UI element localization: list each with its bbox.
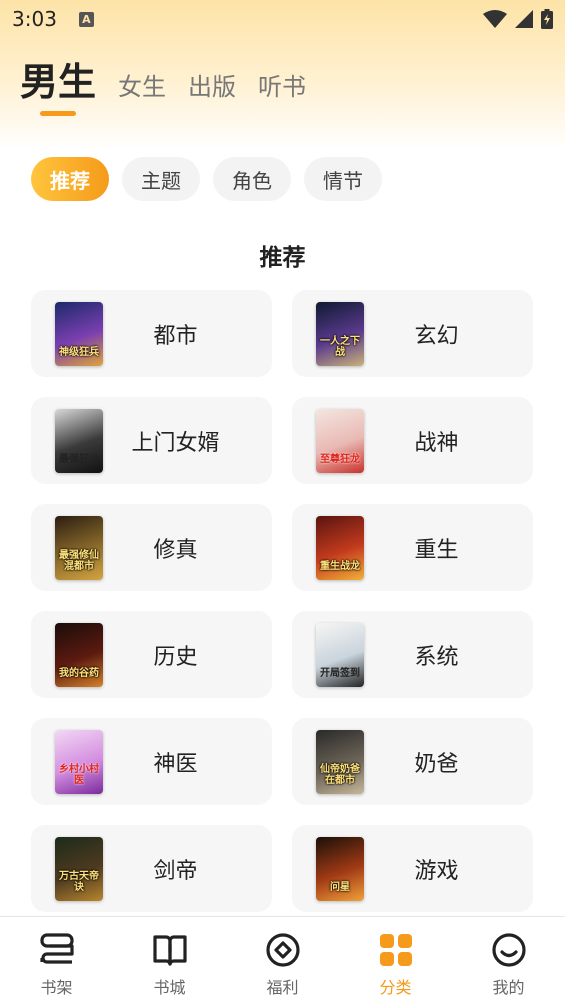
category-label: 重生 (414, 537, 459, 563)
book-cover-image: 仙帝奶爸在都市 (316, 729, 364, 794)
book-cover-image: 一人之下战 (316, 301, 364, 366)
category-grid: 神级狂兵 都市 一人之下战 玄幻 最强狂少 上门女婿 至尊狂龙 战神 最强修仙混都市 修真 重生战龙… (31, 290, 534, 912)
book-cover-image: 开局签到 (316, 622, 364, 687)
nav-bookshelf[interactable]: 书架 (0, 917, 113, 1004)
category-grid-icon (377, 931, 415, 969)
category-card[interactable]: 重生战龙 重生 (292, 504, 533, 591)
book-cover-image: 问星 (316, 836, 364, 901)
tab-female[interactable]: 女生 (118, 67, 166, 116)
category-card[interactable]: 问星 游戏 (292, 825, 533, 912)
book-store-icon (151, 931, 189, 969)
tab-male[interactable]: 男生 (20, 51, 96, 116)
book-cover-image: 我的谷药 (55, 622, 103, 687)
category-card[interactable]: 一人之下战 玄幻 (292, 290, 533, 377)
book-cover-image: 最强修仙混都市 (55, 515, 103, 580)
profile-smile-icon (490, 931, 528, 969)
filter-chips: 推荐 主题 角色 情节 (31, 157, 382, 201)
book-cover-title: 万古天帝诀 (59, 870, 99, 893)
category-label: 上门女婿 (131, 430, 220, 456)
book-cover-title: 仙帝奶爸在都市 (320, 763, 360, 786)
main-tabs: 男生 女生 出版 听书 (20, 56, 306, 116)
tab-audiobook[interactable]: 听书 (258, 67, 306, 116)
category-label: 修真 (153, 537, 198, 563)
book-cover-title: 开局签到 (320, 667, 360, 679)
category-card[interactable]: 乡村小村医 神医 (31, 718, 272, 805)
category-label: 奶爸 (414, 751, 459, 777)
book-cover-title: 最强狂少 (59, 453, 99, 465)
section-title: 推荐 (259, 245, 306, 271)
status-icons (483, 9, 553, 29)
nav-label-welfare: 福利 (266, 978, 299, 997)
category-label: 剑帝 (153, 858, 198, 884)
nav-category[interactable]: 分类 (339, 917, 452, 1004)
chip-character[interactable]: 角色 (213, 157, 291, 201)
tab-publish[interactable]: 出版 (188, 67, 236, 116)
category-card[interactable]: 最强修仙混都市 修真 (31, 504, 272, 591)
bookshelf-icon (38, 931, 76, 969)
book-cover-title: 重生战龙 (320, 560, 360, 572)
book-cover-image: 乡村小村医 (55, 729, 103, 794)
category-label: 神医 (153, 751, 198, 777)
chip-recommend[interactable]: 推荐 (31, 157, 109, 201)
book-cover-image: 万古天帝诀 (55, 836, 103, 901)
category-card[interactable]: 神级狂兵 都市 (31, 290, 272, 377)
nav-profile[interactable]: 我的 (452, 917, 565, 1004)
category-label: 游戏 (414, 858, 459, 884)
book-cover-title: 乡村小村医 (59, 763, 99, 786)
book-cover-title: 问星 (330, 881, 350, 893)
book-cover-image: 至尊狂龙 (316, 408, 364, 473)
status-time: 3:03 (12, 7, 57, 31)
category-card[interactable]: 万古天帝诀 剑帝 (31, 825, 272, 912)
welfare-icon (264, 931, 302, 969)
category-card[interactable]: 最强狂少 上门女婿 (31, 397, 272, 484)
book-cover-title: 一人之下战 (320, 335, 360, 358)
category-card[interactable]: 至尊狂龙 战神 (292, 397, 533, 484)
chip-plot[interactable]: 情节 (304, 157, 382, 201)
category-label: 系统 (414, 644, 459, 670)
nav-label-bookstore: 书城 (153, 978, 186, 997)
book-cover-title: 我的谷药 (59, 667, 99, 679)
bottom-nav: 书架 书城 福利 分类 我的 (0, 916, 565, 1004)
book-cover-title: 至尊狂龙 (320, 453, 360, 465)
wifi-icon (483, 10, 507, 28)
battery-icon (541, 9, 553, 29)
notification-icon: A (78, 11, 94, 27)
nav-welfare[interactable]: 福利 (226, 917, 339, 1004)
category-label: 历史 (153, 644, 198, 670)
nav-label-category: 分类 (379, 978, 412, 997)
category-card[interactable]: 我的谷药 历史 (31, 611, 272, 698)
nav-bookstore[interactable]: 书城 (113, 917, 226, 1004)
category-label: 都市 (153, 323, 198, 349)
chip-theme[interactable]: 主题 (122, 157, 200, 201)
category-label: 战神 (414, 430, 459, 456)
book-cover-title: 最强修仙混都市 (59, 549, 99, 572)
book-cover-image: 神级狂兵 (55, 301, 103, 366)
nav-label-profile: 我的 (492, 978, 525, 997)
category-card[interactable]: 仙帝奶爸在都市 奶爸 (292, 718, 533, 805)
cellular-signal-icon (515, 10, 533, 28)
book-cover-image: 最强狂少 (55, 408, 103, 473)
status-bar: 3:03 A (0, 0, 565, 38)
book-cover-title: 神级狂兵 (59, 346, 99, 358)
category-card[interactable]: 开局签到 系统 (292, 611, 533, 698)
book-cover-image: 重生战龙 (316, 515, 364, 580)
category-label: 玄幻 (414, 323, 459, 349)
nav-label-bookshelf: 书架 (40, 978, 73, 997)
